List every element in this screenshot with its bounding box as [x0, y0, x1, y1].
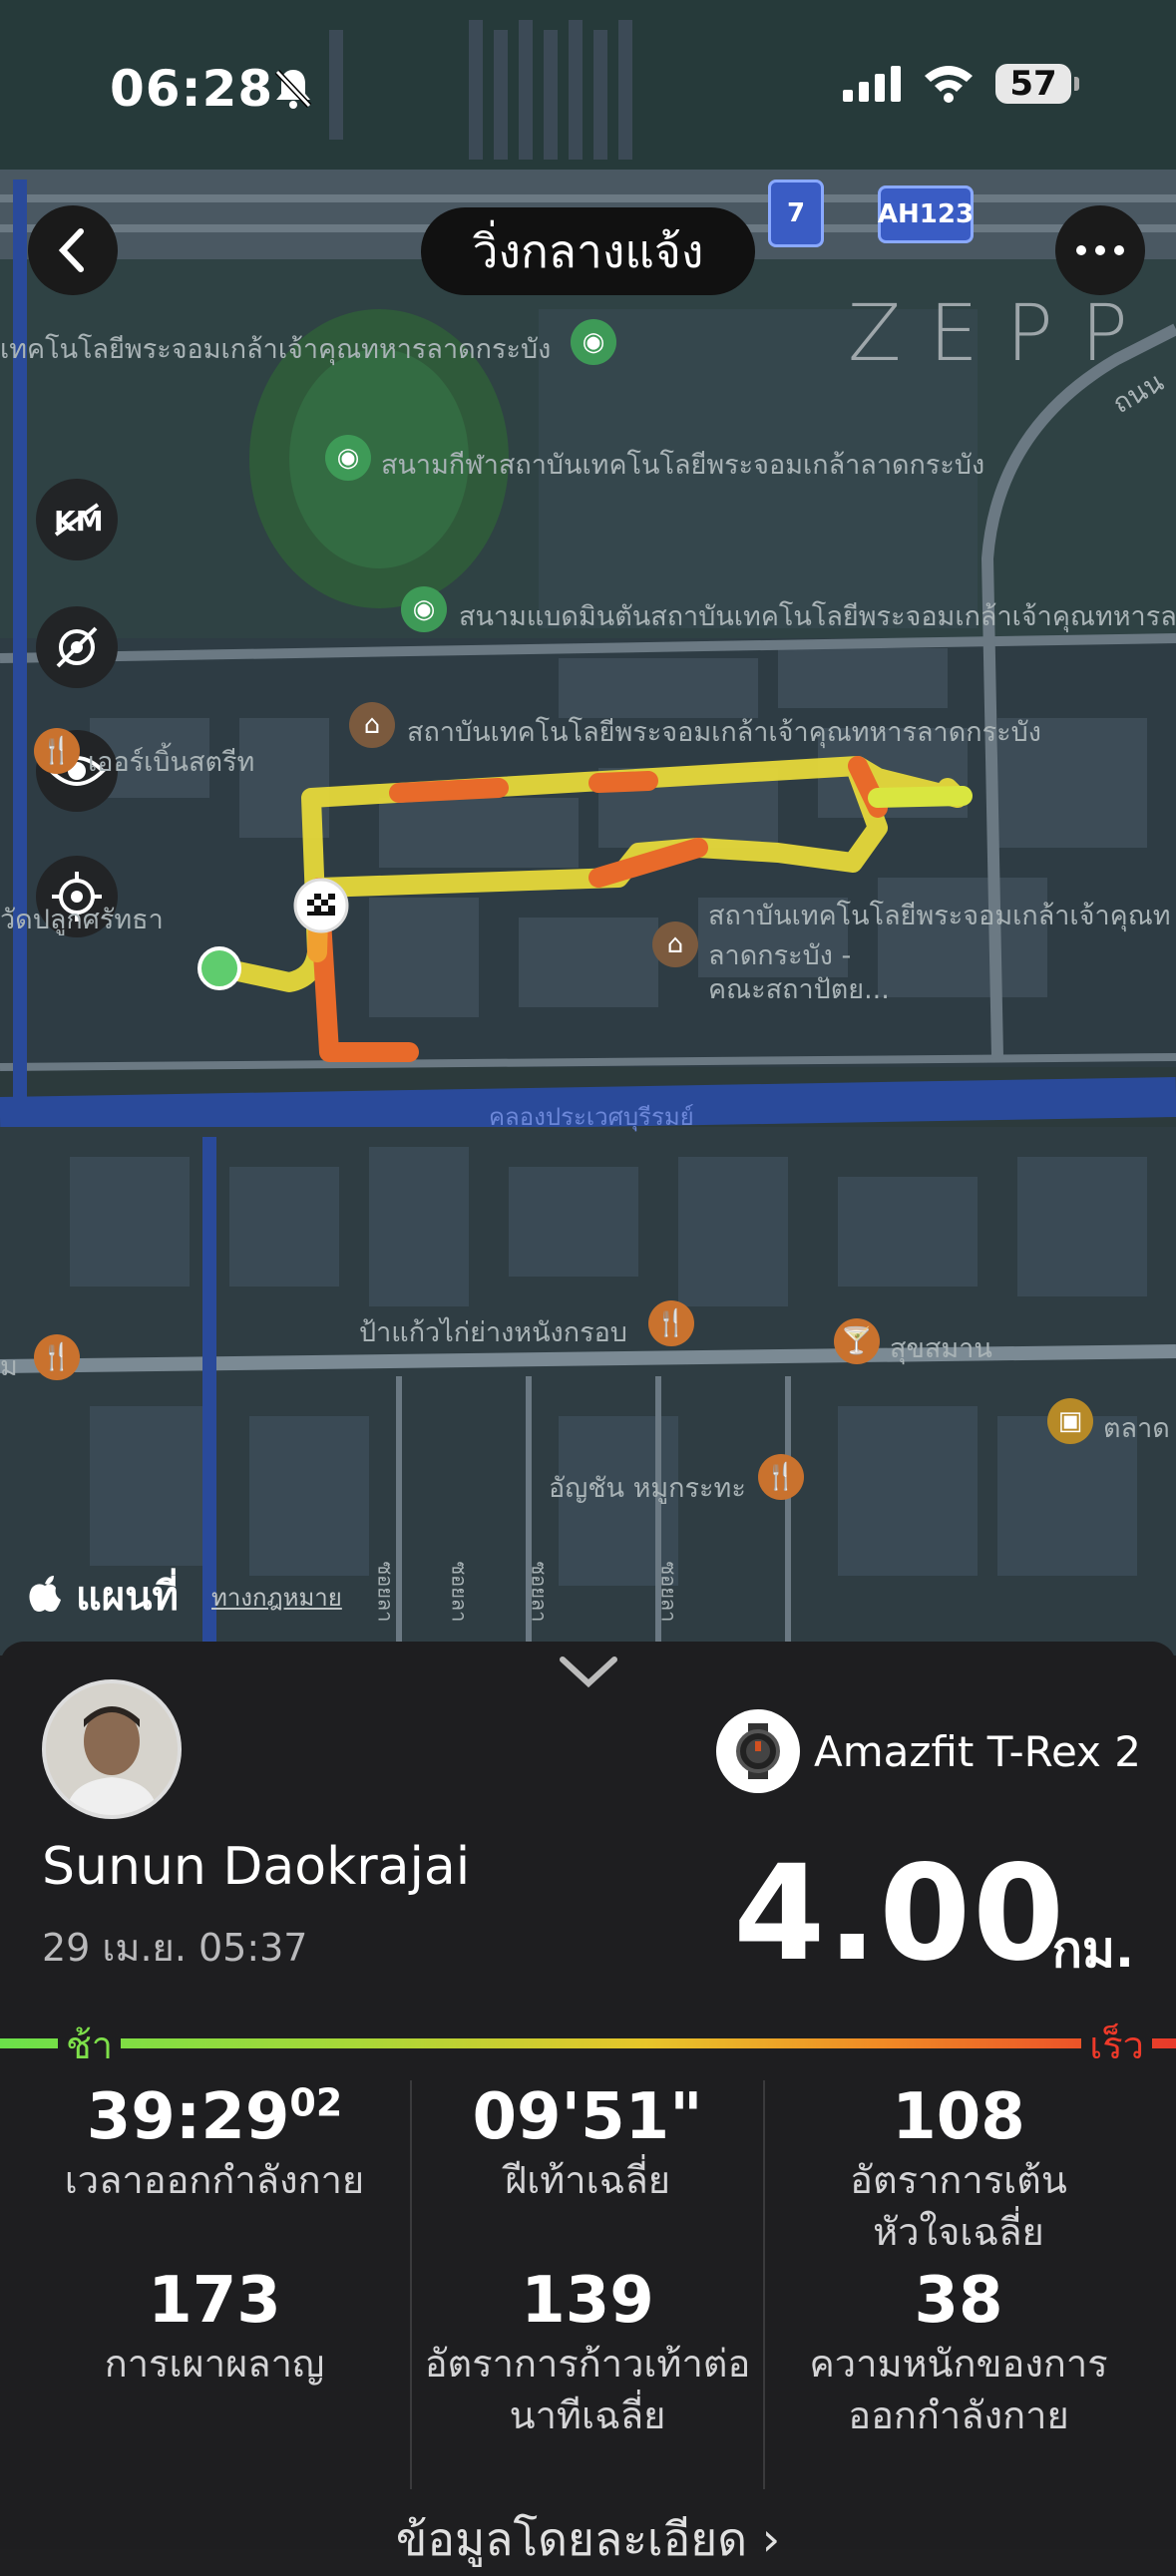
user-photo-icon	[46, 1683, 178, 1815]
map-label-soi-3: ซอยลา	[527, 1561, 552, 1623]
collapse-chevron-icon[interactable]	[559, 1656, 618, 1693]
training-load-label-1: ความหนักของการ	[809, 2342, 1108, 2386]
training-load-value: 38	[914, 2264, 1003, 2338]
duration-subsecond: 02	[289, 2080, 343, 2125]
badminton-poi-icon: ◉	[401, 586, 447, 632]
map-label-lm: ม	[0, 1351, 18, 1382]
route-7-shield: 7	[768, 180, 824, 247]
education-poi-icon: ⌂	[349, 702, 395, 748]
distance-unit: กม.	[1051, 1921, 1134, 1979]
map-label-faculty-1: สถาบันเทคโนโลยีพระจอมเกล้าเจ้าคุณท	[708, 901, 1171, 931]
back-arrow-icon	[58, 228, 84, 272]
cadence-label-1: อัตราการก้าวเท้าต่อ	[424, 2342, 751, 2386]
map-label-institute: สถาบันเทคโนโลยีพระจอมเกล้าเจ้าคุณทหารลาด…	[407, 717, 1041, 748]
back-button[interactable]	[28, 205, 118, 295]
hide-photos-button[interactable]	[36, 606, 118, 688]
device-name: Amazfit T-Rex 2	[814, 1726, 1141, 1776]
pace-slow-label: ช้า	[58, 2015, 122, 2075]
stat-pace[interactable]: 09'51" ฝีเท้าเฉลี่ย	[403, 2080, 772, 2206]
map-label-soi-4: ซอยลา	[656, 1561, 681, 1623]
stadium-poi-icon: ◉	[325, 435, 371, 481]
stat-training-load[interactable]: 38 ความหนักของการ ออกกำลังกาย	[774, 2264, 1143, 2441]
market-poi-icon: ▣	[1047, 1398, 1093, 1444]
workout-date: 29 เม.ย. 05:37	[42, 1926, 308, 1970]
map-label-soi-2: ซอยลา	[447, 1561, 472, 1623]
stat-calories[interactable]: 173 การเผาผลาญ	[30, 2264, 399, 2390]
pace-label: ฝีเท้าเฉลี่ย	[504, 2158, 671, 2202]
heart-rate-label-1: อัตราการเต้น	[850, 2158, 1067, 2202]
heart-rate-value: 108	[892, 2080, 1025, 2154]
legal-link[interactable]: ทางกฎหมาย	[211, 1578, 342, 1617]
map-label-street: เออร์เบิ้นสตรีท	[88, 747, 255, 778]
map-label-temple: วัดปลูกศรัทธา	[0, 905, 164, 935]
wifi-icon	[923, 62, 975, 108]
workout-summary-panel: Amazfit T-Rex 2 Sunun Daokrajai 29 เม.ย.…	[0, 1642, 1176, 2566]
bar-poi-icon: 🍸	[834, 1318, 880, 1364]
map-label-stadium: สนามกีฬาสถาบันเทคโนโลยีพระจอมเกล้าลาดกระ…	[381, 450, 985, 481]
calories-value: 173	[148, 2264, 281, 2338]
user-name: Sunun Daokrajai	[42, 1837, 471, 1897]
stat-heart-rate[interactable]: 108 อัตราการเต้น หัวใจเฉลี่ย	[774, 2080, 1143, 2258]
calories-label: การเผาผลาญ	[104, 2342, 325, 2386]
ah123-shield: AH123	[878, 185, 974, 243]
map-label-soi-1: ซอยลา	[373, 1561, 398, 1623]
ah123-label: AH123	[877, 199, 975, 229]
route-7-label: 7	[786, 198, 806, 228]
battery-indicator: 57	[995, 64, 1079, 104]
map-label-restaurant-2: อัญชัน หมูกระทะ	[549, 1473, 746, 1504]
more-options-button[interactable]	[1055, 205, 1145, 295]
restaurant-poi-icon: 🍴	[34, 728, 80, 774]
duration-value: 39:29	[86, 2080, 290, 2154]
stat-duration[interactable]: 39:2902 เวลาออกกำลังกาย	[30, 2080, 399, 2206]
restaurant-poi-icon: 🍴	[34, 1334, 80, 1380]
more-details-link[interactable]: ข้อมูลโดยละเอียด ›	[0, 2503, 1176, 2576]
maps-attribution-text: แผนที่	[75, 1574, 179, 1620]
training-load-label-2: ออกกำลังกาย	[848, 2393, 1069, 2437]
cadence-label-2: นาทีเฉลี่ย	[509, 2393, 666, 2437]
route-map[interactable]: 06:28 57 วิ่งกลางแจ้ง 7 AH123 ZEPP KM เท…	[0, 0, 1176, 1656]
map-label-canal: คลองประเวศบุรีรมย์	[489, 1103, 694, 1131]
mute-bell-icon	[271, 66, 315, 114]
pace-value: 09'51"	[472, 2080, 703, 2154]
ellipsis-icon	[1076, 245, 1124, 255]
map-label-faculty-3: คณะสถาปัตย...	[708, 974, 890, 1005]
duration-label: เวลาออกกำลังกาย	[64, 2158, 365, 2202]
map-label-restaurant-1: ป้าแก้วไก่ย่างหนังกรอบ	[359, 1317, 627, 1348]
map-label-badminton: สนามแบดมินตันสถาบันเทคโนโลยีพระจอมเกล้าเ…	[459, 601, 1176, 632]
restaurant-poi-icon: 🍴	[648, 1300, 694, 1346]
stat-cadence[interactable]: 139 อัตราการก้าวเท้าต่อ นาทีเฉลี่ย	[403, 2264, 772, 2441]
education-poi-icon: ⌂	[652, 921, 698, 967]
heart-rate-label-2: หัวใจเฉลี่ย	[873, 2210, 1044, 2254]
distance-value: 4.00	[733, 1837, 1066, 1991]
stadium-poi-icon: ◉	[571, 319, 616, 365]
cadence-value: 139	[521, 2264, 654, 2338]
map-label-market: ตลาด	[1103, 1413, 1170, 1444]
apple-logo-icon	[29, 1576, 61, 1612]
pace-gradient-bar	[0, 2038, 1176, 2048]
km-marker-off-icon: KM	[54, 503, 102, 537]
avatar[interactable]	[42, 1679, 182, 1819]
zepp-watermark: ZEPP	[848, 289, 1156, 379]
pace-fast-label: เร็ว	[1081, 2015, 1152, 2075]
status-bar: 06:28 57	[0, 52, 1176, 122]
restaurant-poi-icon: 🍴	[758, 1454, 804, 1500]
watch-icon	[716, 1709, 800, 1793]
maps-attribution: แผนที่	[28, 1564, 179, 1628]
workout-title: วิ่งกลางแจ้ง	[421, 207, 755, 295]
status-time: 06:28	[110, 60, 274, 118]
map-label-inst-top: เทคโนโลยีพระจอมเกล้าเจ้าคุณทหารลาดกระบัง	[0, 334, 552, 365]
hide-km-markers-button[interactable]: KM	[36, 479, 118, 560]
map-label-bar: สุขสมาน	[890, 1333, 992, 1364]
photo-off-icon	[56, 626, 98, 668]
device-badge[interactable]: Amazfit T-Rex 2	[716, 1709, 1141, 1793]
cellular-signal-icon	[843, 64, 903, 108]
